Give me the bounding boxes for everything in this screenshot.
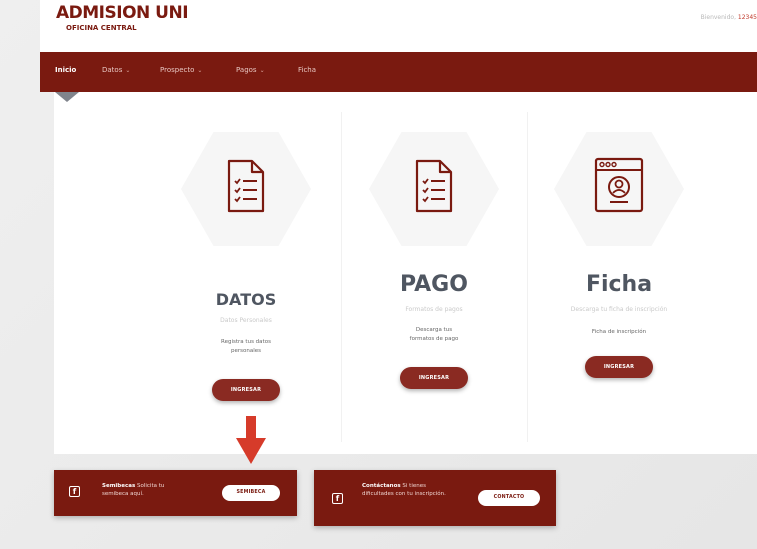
logo-subtitle: OFICINA CENTRAL bbox=[66, 24, 137, 32]
contacto-bold: Contáctanos bbox=[362, 483, 401, 489]
card-ficha: Ficha Descarga tu ficha de inscripción F… bbox=[524, 92, 714, 454]
chevron-down-icon: ⌄ bbox=[259, 67, 265, 74]
card-title: PAGO bbox=[400, 272, 468, 297]
card-description: Registra tus datos personales bbox=[221, 339, 271, 354]
contacto-text: Contáctanos Si tienes dificultades con t… bbox=[362, 482, 454, 498]
card-pago: PAGO Formatos de pagos Descarga tus form… bbox=[339, 92, 529, 454]
semibeca-bold: Semibecas bbox=[102, 483, 136, 489]
card-datos: DATOS Datos Personales Registra tus dato… bbox=[151, 92, 341, 454]
card-description: Descarga tus formatos de pago bbox=[409, 327, 459, 342]
nav-item-label: Datos bbox=[102, 66, 123, 74]
checklist-document-icon bbox=[415, 159, 453, 213]
semibeca-text: Semibecas Solicita tu semibeca aquí. bbox=[102, 482, 192, 498]
semibeca-box: f Semibecas Solicita tu semibeca aquí. S… bbox=[54, 470, 297, 516]
chevron-down-icon: ⌄ bbox=[125, 67, 131, 74]
ingresar-datos-button[interactable]: INGRESAR bbox=[212, 379, 280, 401]
facebook-icon[interactable]: f bbox=[69, 486, 80, 497]
nav-item-label: Pagos bbox=[236, 66, 257, 74]
nav-item-datos[interactable]: Datos ⌄ bbox=[102, 66, 130, 74]
main-navbar: Inicio Datos ⌄ Prospecto ⌄ Pagos ⌄ Ficha bbox=[40, 52, 757, 92]
card-description: Ficha de inscripción bbox=[591, 329, 647, 335]
contacto-box: f Contáctanos Si tienes dificultades con… bbox=[314, 470, 556, 526]
card-subtitle: Datos Personales bbox=[220, 317, 272, 324]
nav-item-prospecto[interactable]: Prospecto ⌄ bbox=[160, 66, 202, 74]
welcome-label: Bienvenido, bbox=[700, 14, 736, 21]
semibeca-button[interactable]: SEMIBECA bbox=[222, 485, 280, 501]
nav-item-ficha[interactable]: Ficha bbox=[298, 66, 316, 74]
nav-item-label: Inicio bbox=[55, 66, 77, 74]
logo-title[interactable]: ADMISION UNI bbox=[56, 4, 189, 22]
card-title: Ficha bbox=[585, 272, 653, 297]
nav-item-inicio[interactable]: Inicio bbox=[55, 66, 76, 74]
card-subtitle: Descarga tu ficha de inscripción bbox=[570, 306, 668, 313]
browser-user-icon bbox=[594, 157, 644, 213]
arrow-down-icon bbox=[236, 416, 266, 464]
checklist-document-icon bbox=[227, 159, 265, 213]
welcome-text: Bienvenido, 12345 bbox=[701, 14, 757, 21]
site-header: ADMISION UNI OFICINA CENTRAL Bienvenido,… bbox=[40, 0, 757, 52]
contacto-button[interactable]: CONTACTO bbox=[478, 490, 540, 506]
user-code: 12345 bbox=[737, 14, 757, 21]
nav-item-pagos[interactable]: Pagos ⌄ bbox=[236, 66, 265, 74]
card-title: DATOS bbox=[215, 290, 277, 309]
facebook-icon[interactable]: f bbox=[332, 493, 343, 504]
card-subtitle: Formatos de pagos bbox=[405, 306, 463, 313]
nav-item-label: Prospecto bbox=[160, 66, 195, 74]
ingresar-ficha-button[interactable]: INGRESAR bbox=[585, 356, 653, 378]
main-panel: DATOS Datos Personales Registra tus dato… bbox=[54, 92, 757, 454]
nav-item-label: Ficha bbox=[298, 66, 317, 74]
chevron-down-icon: ⌄ bbox=[197, 67, 203, 74]
ingresar-pago-button[interactable]: INGRESAR bbox=[400, 367, 468, 389]
